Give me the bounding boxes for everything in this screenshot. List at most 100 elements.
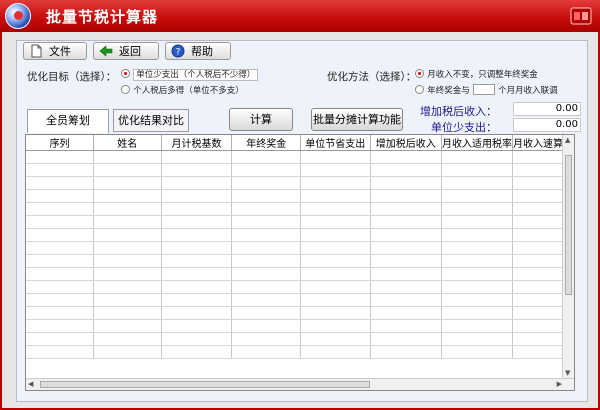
table-cell[interactable] bbox=[441, 280, 513, 294]
table-row[interactable] bbox=[26, 293, 574, 307]
table-cell[interactable] bbox=[161, 254, 233, 268]
table-row[interactable] bbox=[26, 228, 574, 242]
table-cell[interactable] bbox=[93, 254, 162, 268]
table-cell[interactable] bbox=[231, 280, 301, 294]
table-cell[interactable] bbox=[441, 215, 513, 229]
tab-result-compare[interactable]: 优化结果对比 bbox=[113, 109, 189, 132]
table-cell[interactable] bbox=[441, 293, 513, 307]
table-row[interactable] bbox=[26, 319, 574, 333]
table-cell[interactable] bbox=[93, 267, 162, 281]
table-cell[interactable] bbox=[26, 280, 94, 294]
table-cell[interactable] bbox=[26, 163, 94, 177]
table-cell[interactable] bbox=[161, 319, 233, 333]
table-cell[interactable] bbox=[370, 280, 442, 294]
help-button[interactable]: ? 帮助 bbox=[165, 42, 231, 60]
table-cell[interactable] bbox=[161, 202, 233, 216]
table-row[interactable] bbox=[26, 241, 574, 255]
table-cell[interactable] bbox=[26, 176, 94, 190]
horizontal-scrollbar[interactable]: ◀ ▶ bbox=[26, 378, 574, 390]
table-cell[interactable] bbox=[231, 202, 301, 216]
table-row[interactable] bbox=[26, 150, 574, 164]
table-cell[interactable] bbox=[441, 345, 513, 359]
col-header-index[interactable]: 序列 bbox=[26, 135, 94, 151]
table-cell[interactable] bbox=[161, 215, 233, 229]
table-cell[interactable] bbox=[441, 228, 513, 242]
table-cell[interactable] bbox=[370, 150, 442, 164]
table-cell[interactable] bbox=[370, 202, 442, 216]
table-cell[interactable] bbox=[93, 215, 162, 229]
table-cell[interactable] bbox=[300, 241, 371, 255]
table-cell[interactable] bbox=[300, 202, 371, 216]
table-cell[interactable] bbox=[441, 163, 513, 177]
table-cell[interactable] bbox=[370, 228, 442, 242]
table-cell[interactable] bbox=[161, 163, 233, 177]
table-cell[interactable] bbox=[370, 319, 442, 333]
table-row[interactable] bbox=[26, 176, 574, 190]
scroll-down-icon[interactable]: ▼ bbox=[565, 369, 570, 377]
table-cell[interactable] bbox=[370, 293, 442, 307]
table-cell[interactable] bbox=[370, 254, 442, 268]
table-cell[interactable] bbox=[370, 332, 442, 346]
col-header-year-end-bonus[interactable]: 年终奖金 bbox=[231, 135, 301, 151]
table-cell[interactable] bbox=[300, 319, 371, 333]
vertical-scroll-thumb[interactable] bbox=[565, 155, 572, 295]
table-cell[interactable] bbox=[370, 176, 442, 190]
table-cell[interactable] bbox=[161, 228, 233, 242]
table-cell[interactable] bbox=[300, 345, 371, 359]
table-cell[interactable] bbox=[441, 176, 513, 190]
table-cell[interactable] bbox=[26, 332, 94, 346]
data-grid[interactable]: 序列 姓名 月计税基数 年终奖金 单位节省支出 增加税后收入 月收入适用税率 月… bbox=[25, 134, 575, 391]
table-cell[interactable] bbox=[300, 306, 371, 320]
months-input[interactable] bbox=[472, 84, 495, 95]
target-radio-2[interactable] bbox=[121, 85, 130, 94]
table-cell[interactable] bbox=[370, 241, 442, 255]
table-cell[interactable] bbox=[300, 228, 371, 242]
table-cell[interactable] bbox=[93, 332, 162, 346]
table-cell[interactable] bbox=[441, 267, 513, 281]
table-cell[interactable] bbox=[26, 202, 94, 216]
table-row[interactable] bbox=[26, 215, 574, 229]
table-cell[interactable] bbox=[441, 254, 513, 268]
table-row[interactable] bbox=[26, 267, 574, 281]
table-cell[interactable] bbox=[93, 202, 162, 216]
scroll-up-icon[interactable]: ▲ bbox=[565, 136, 570, 144]
table-cell[interactable] bbox=[161, 267, 233, 281]
table-cell[interactable] bbox=[370, 163, 442, 177]
method-radio-2[interactable] bbox=[415, 85, 424, 94]
table-cell[interactable] bbox=[300, 332, 371, 346]
table-cell[interactable] bbox=[161, 280, 233, 294]
table-cell[interactable] bbox=[231, 319, 301, 333]
table-cell[interactable] bbox=[231, 176, 301, 190]
target-option-1[interactable]: 单位少支出（个人税后不少得） bbox=[121, 68, 259, 81]
col-header-monthly-tax-rate[interactable]: 月收入适用税率 bbox=[441, 135, 513, 151]
table-cell[interactable] bbox=[26, 293, 94, 307]
table-cell[interactable] bbox=[93, 176, 162, 190]
table-cell[interactable] bbox=[441, 189, 513, 203]
table-cell[interactable] bbox=[26, 150, 94, 164]
table-cell[interactable] bbox=[231, 293, 301, 307]
table-cell[interactable] bbox=[231, 332, 301, 346]
calculate-button[interactable]: 计算 bbox=[229, 108, 293, 131]
table-cell[interactable] bbox=[441, 319, 513, 333]
table-cell[interactable] bbox=[300, 254, 371, 268]
method-option-1[interactable]: 月收入不变，只调整年终奖金 bbox=[415, 68, 538, 80]
horizontal-scroll-thumb[interactable] bbox=[40, 381, 370, 388]
table-cell[interactable] bbox=[26, 345, 94, 359]
table-cell[interactable] bbox=[93, 228, 162, 242]
scroll-left-icon[interactable]: ◀ bbox=[28, 380, 33, 388]
table-row[interactable] bbox=[26, 202, 574, 216]
table-cell[interactable] bbox=[161, 345, 233, 359]
table-cell[interactable] bbox=[26, 215, 94, 229]
table-cell[interactable] bbox=[300, 176, 371, 190]
table-cell[interactable] bbox=[231, 345, 301, 359]
table-cell[interactable] bbox=[441, 306, 513, 320]
window-menu-icon[interactable] bbox=[570, 6, 592, 26]
method-radio-1[interactable] bbox=[415, 69, 424, 78]
file-button[interactable]: 文件 bbox=[23, 42, 87, 60]
table-cell[interactable] bbox=[370, 267, 442, 281]
table-cell[interactable] bbox=[93, 163, 162, 177]
table-cell[interactable] bbox=[370, 189, 442, 203]
table-cell[interactable] bbox=[93, 280, 162, 294]
target-radio-1[interactable] bbox=[121, 69, 130, 78]
col-header-aftertax-increase[interactable]: 增加税后收入 bbox=[370, 135, 442, 151]
